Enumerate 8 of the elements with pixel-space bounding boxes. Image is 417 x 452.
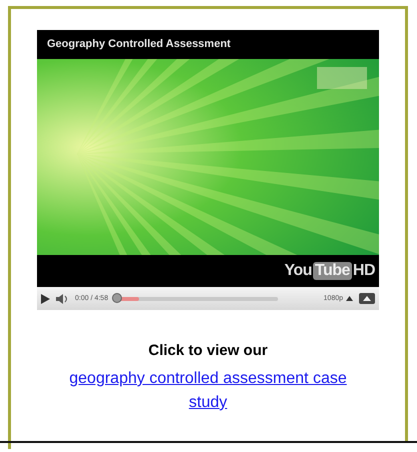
case-study-link[interactable]: geography controlled assessment case study: [58, 367, 358, 415]
video-title: Geography Controlled Assessment: [46, 37, 232, 52]
player-logo: You Tube HD: [284, 262, 375, 280]
fullscreen-icon[interactable]: [359, 293, 375, 304]
caption-heading: Click to view our: [148, 342, 268, 359]
play-icon[interactable]: [41, 294, 50, 304]
volume-icon[interactable]: [56, 294, 69, 304]
caret-icon: [346, 296, 353, 301]
